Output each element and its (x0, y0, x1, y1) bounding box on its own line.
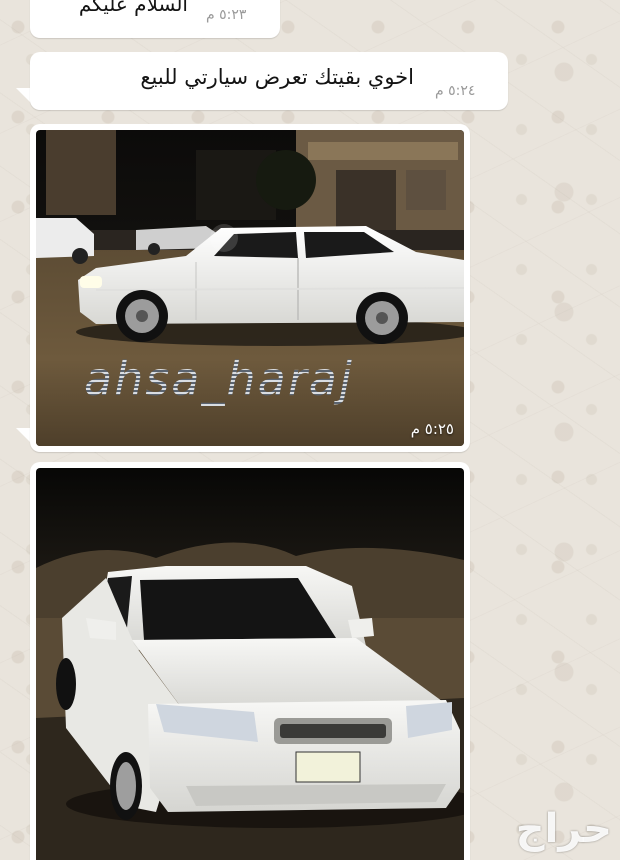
photo-timestamp: ٥:٢٥ م (410, 420, 454, 438)
haraj-logo: حراج (515, 806, 612, 852)
photo-watermark: ahsa_haraj (84, 352, 354, 406)
image-message-2[interactable] (30, 462, 470, 860)
message-timestamp: ٥:٢٤ م (435, 83, 476, 99)
message-timestamp: ٥:٢٣ م (206, 7, 247, 23)
car-photo-front-view-image (36, 468, 464, 860)
message-bubble-greeting[interactable]: ٥:٢٣ م السلام عليكم (30, 0, 280, 38)
message-bubble-request[interactable]: ٥:٢٤ م اخوي بقيتك تعرض سيارتي للبيع (30, 52, 508, 110)
image-message-1[interactable]: ahsa_haraj ٥:٢٥ م (30, 124, 470, 452)
message-text: اخوي بقيتك تعرض سيارتي للبيع (140, 65, 414, 89)
car-photo-side-view[interactable]: ahsa_haraj ٥:٢٥ م (36, 130, 464, 446)
message-text: السلام عليكم (78, 0, 188, 16)
car-photo-front-view[interactable] (36, 468, 464, 860)
